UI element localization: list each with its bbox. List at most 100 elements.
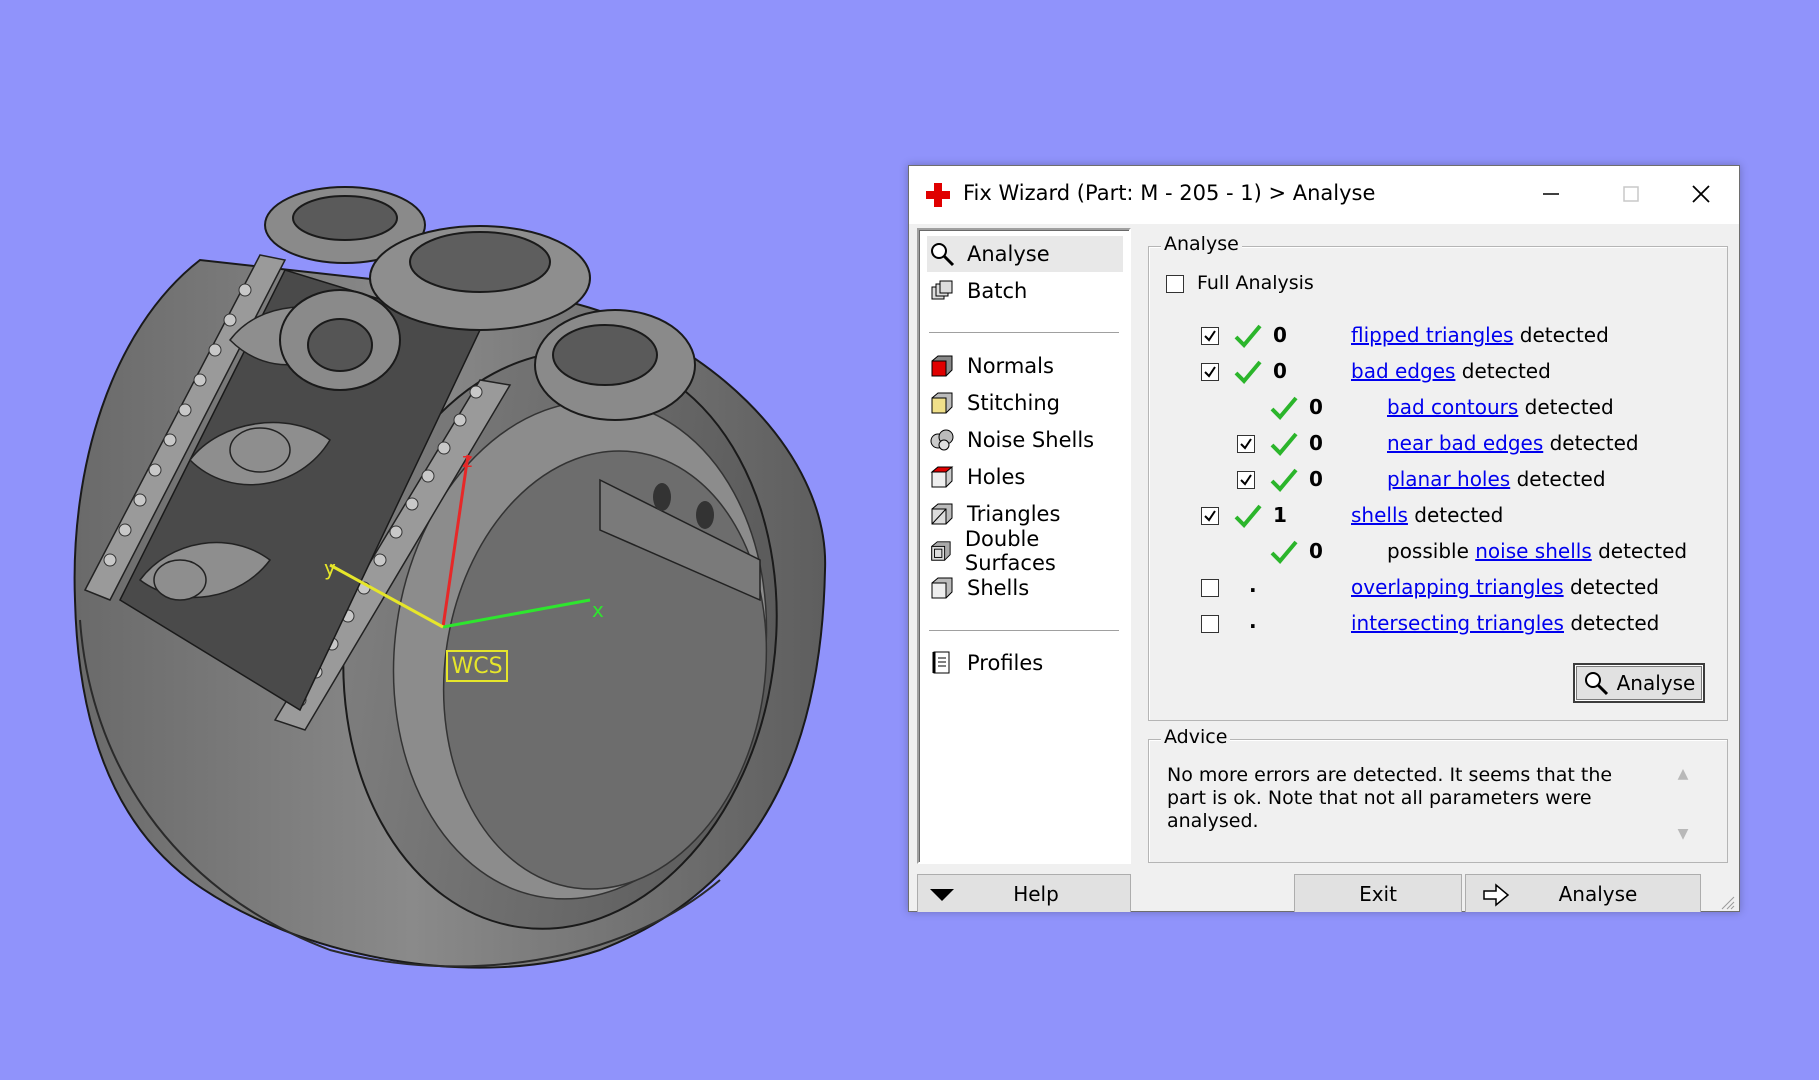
intersecting-triangles-count: . xyxy=(1249,609,1257,633)
overlapping-triangles-link[interactable]: overlapping triangles xyxy=(1351,575,1564,599)
planar-holes-link[interactable]: planar holes xyxy=(1387,467,1510,491)
resize-grip-icon[interactable] xyxy=(1719,894,1735,910)
nav-separator xyxy=(929,630,1119,632)
detected-text: detected xyxy=(1513,323,1609,347)
shells-link[interactable]: shells xyxy=(1351,503,1408,527)
nav-item-batch[interactable]: Batch xyxy=(927,273,1123,309)
checkmark-icon xyxy=(1204,510,1216,522)
checkmark-icon xyxy=(1240,438,1252,450)
analyse-button[interactable]: Analyse xyxy=(1573,663,1705,703)
detected-text: detected xyxy=(1563,611,1660,635)
nav-item-analyse[interactable]: Analyse xyxy=(927,236,1123,272)
planar-holes-line: planar holes detected xyxy=(1387,467,1606,491)
planar-holes-checkbox[interactable] xyxy=(1237,471,1255,489)
normals-cube-icon xyxy=(931,355,953,377)
window-title: Fix Wizard (Part: M - 205 - 1) > Analyse xyxy=(963,181,1376,205)
triangle-down-icon xyxy=(930,889,954,901)
nav-item-holes[interactable]: Holes xyxy=(927,459,1123,495)
noise-shells-count: 0 xyxy=(1309,539,1323,563)
shells-checkbox[interactable] xyxy=(1201,507,1219,525)
shells-line: shells detected xyxy=(1351,503,1503,527)
minimize-icon xyxy=(1543,193,1559,195)
bad-edges-checkbox[interactable] xyxy=(1201,363,1219,381)
intersecting-triangles-line: intersecting triangles detected xyxy=(1351,611,1659,635)
close-button[interactable] xyxy=(1681,176,1721,212)
nav-item-label: Double Surfaces xyxy=(964,527,1056,575)
bad-contours-line: bad contours detected xyxy=(1387,395,1614,419)
ok-check-icon xyxy=(1270,540,1298,564)
ok-check-icon xyxy=(1234,504,1262,528)
next-analyse-button[interactable]: Analyse xyxy=(1465,874,1701,912)
help-button-label: Help xyxy=(1013,881,1059,906)
near-bad-edges-link[interactable]: near bad edges xyxy=(1387,431,1543,455)
flipped-triangles-count: 0 xyxy=(1273,323,1287,347)
checkmark-icon xyxy=(1204,366,1216,378)
exit-button[interactable]: Exit xyxy=(1294,874,1462,912)
flipped-triangles-link[interactable]: flipped triangles xyxy=(1351,323,1513,347)
advice-text: No more errors are detected. It seems th… xyxy=(1167,764,1613,832)
profiles-icon xyxy=(932,651,950,674)
shells-cube-icon xyxy=(931,577,953,599)
minimize-button[interactable] xyxy=(1531,176,1571,212)
nav-item-label: Triangles xyxy=(967,502,1061,526)
red-cross-icon xyxy=(926,183,950,207)
nav-item-label: Profiles xyxy=(967,651,1044,675)
overlapping-triangles-count: . xyxy=(1249,573,1257,597)
title-bar[interactable]: Fix Wizard (Part: M - 205 - 1) > Analyse xyxy=(909,166,1739,224)
possible-text: possible xyxy=(1387,539,1476,563)
nav-item-noise-shells[interactable]: Noise Shells xyxy=(927,422,1123,458)
nav-item-shells[interactable]: Shells xyxy=(927,570,1123,606)
noise-shells-link[interactable]: noise shells xyxy=(1475,539,1591,563)
double-surfaces-icon xyxy=(931,541,951,561)
bad-contours-count: 0 xyxy=(1309,395,1323,419)
nav-item-label: Shells xyxy=(967,576,1030,600)
analyse-button-label: Analyse xyxy=(1616,671,1696,695)
flipped-triangles-checkbox[interactable] xyxy=(1201,327,1219,345)
bad-edges-link[interactable]: bad edges xyxy=(1351,359,1455,383)
checkmark-icon xyxy=(1240,474,1252,486)
ok-check-icon xyxy=(1270,468,1298,492)
near-bad-edges-checkbox[interactable] xyxy=(1237,435,1255,453)
detected-text: detected xyxy=(1510,467,1606,491)
nav-item-double-surfaces[interactable]: Double Surfaces xyxy=(927,527,1123,575)
help-button[interactable]: Help xyxy=(917,874,1131,912)
maximize-button[interactable] xyxy=(1611,176,1651,212)
intersecting-triangles-link[interactable]: intersecting triangles xyxy=(1351,611,1564,635)
intersecting-triangles-checkbox[interactable] xyxy=(1201,615,1219,633)
holes-cube-icon xyxy=(930,466,954,488)
magnifier-icon xyxy=(1584,672,1608,696)
nav-item-stitching[interactable]: Stitching xyxy=(927,385,1123,421)
overlapping-triangles-checkbox[interactable] xyxy=(1201,579,1219,597)
ring-model[interactable] xyxy=(0,0,900,1080)
nav-item-label: Noise Shells xyxy=(967,428,1095,452)
nav-item-profiles[interactable]: Profiles xyxy=(927,645,1123,681)
bad-edges-line: bad edges detected xyxy=(1351,359,1551,383)
planar-holes-count: 0 xyxy=(1309,467,1323,491)
shells-count: 1 xyxy=(1273,503,1287,527)
scroll-down-icon[interactable]: ▼ xyxy=(1673,826,1693,846)
detected-text: detected xyxy=(1518,395,1614,419)
triangles-cube-icon xyxy=(931,503,953,525)
detected-text: detected xyxy=(1563,575,1659,599)
near-bad-edges-count: 0 xyxy=(1309,431,1323,455)
full-analysis-label: Full Analysis xyxy=(1197,272,1314,294)
bad-contours-link[interactable]: bad contours xyxy=(1387,395,1518,419)
bottom-button-bar: Help Exit Analyse xyxy=(909,872,1739,912)
advice-group: Advice No more errors are detected. It s… xyxy=(1148,726,1728,863)
3d-viewport[interactable]: z x y WCS xyxy=(0,0,900,1080)
wizard-nav: Analyse Batch Normals Stitching Noise Sh… xyxy=(917,228,1131,864)
detected-text: detected xyxy=(1407,503,1504,527)
nav-item-normals[interactable]: Normals xyxy=(927,348,1123,384)
fix-wizard-dialog: Fix Wizard (Part: M - 205 - 1) > Analyse… xyxy=(908,165,1740,912)
nav-item-label: Batch xyxy=(967,279,1028,303)
batch-icon xyxy=(931,280,953,300)
axis-z-label: z xyxy=(462,448,473,472)
full-analysis-checkbox[interactable] xyxy=(1166,275,1184,293)
next-analyse-button-label: Analyse xyxy=(1558,881,1638,906)
detected-text: detected xyxy=(1455,359,1551,383)
ok-check-icon xyxy=(1234,360,1262,384)
scroll-up-icon[interactable]: ▲ xyxy=(1673,766,1693,786)
advice-group-title: Advice xyxy=(1161,726,1231,748)
wcs-label: WCS xyxy=(446,650,508,682)
detected-text: detected xyxy=(1543,431,1639,455)
